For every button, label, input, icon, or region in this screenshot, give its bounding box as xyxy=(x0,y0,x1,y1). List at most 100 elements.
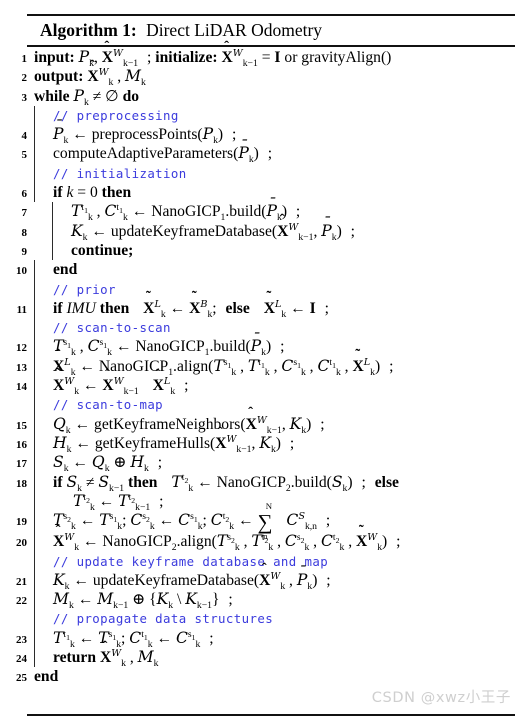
algorithm-line: 1 input: Pk, XWk−1 ; initialize: XWk−1 =… xyxy=(0,48,531,68)
line-number xyxy=(0,609,30,614)
algorithm-line: 25 end xyxy=(0,667,531,686)
line-number xyxy=(0,552,30,557)
line-content: Kk ← updateKeyframeDatabase(XWk−1, Pk) ; xyxy=(52,221,531,242)
line-content: end xyxy=(34,260,531,280)
line-number: 21 xyxy=(16,575,27,588)
algorithm-line: 19 Ts2k ← Ts1k; Cs2k ← Cs1k; Ct2k ← ∑ Nn … xyxy=(0,501,531,541)
line-number: 1 xyxy=(21,53,28,65)
line-number: 6 xyxy=(21,188,28,201)
line-content: // scan-to-scan xyxy=(34,318,531,338)
algorithm-line: 14 XWk ← XWk−1 XLk ; xyxy=(0,376,531,396)
rule-mid xyxy=(27,45,515,47)
line-number: 9 xyxy=(21,245,28,258)
algorithm-caption: Algorithm 1: Direct LiDAR Odometry xyxy=(40,19,322,41)
line-content: Ts2k ← Ts1k; Cs2k ← Cs1k; Ct2k ← ∑ Nn CSk… xyxy=(34,501,531,541)
line-content: continue; xyxy=(52,240,531,261)
line-number xyxy=(0,318,30,323)
algorithm-line: 4 Pk ← preprocessPoints(Pk) ; xyxy=(0,125,531,146)
line-content: Tt2k ← Tt2k−1 ; xyxy=(34,491,531,512)
line-content: Pk ← preprocessPoints(Pk) ; xyxy=(34,125,531,146)
algorithm-line: 8 Kk ← updateKeyframeDatabase(XWk−1, Pk)… xyxy=(0,221,531,242)
algorithm-block: Algorithm 1: Direct LiDAR Odometry 1 inp… xyxy=(0,0,531,722)
line-content: if IMU then XLk ← XBk; else XLk ← I ; xyxy=(34,298,531,319)
algorithm-line: 6 if k = 0 then xyxy=(0,183,531,203)
algorithm-line: 22 Mk ← Mk−1 ⊕ {Kk \ Kk−1} ; xyxy=(0,590,531,611)
line-number: 16 xyxy=(16,438,27,451)
line-number: 7 xyxy=(21,207,28,220)
algorithm-label: Algorithm 1: xyxy=(40,20,137,40)
algorithm-line: 10 end xyxy=(0,260,531,280)
line-number: 13 xyxy=(16,361,27,374)
algorithm-title: Direct LiDAR Odometry xyxy=(146,20,323,40)
algorithm-line: 11 if IMU then XLk ← XBk; else XLk ← I ; xyxy=(0,298,531,319)
line-number: 14 xyxy=(16,381,27,394)
algorithm-comment-line: // initialization xyxy=(0,163,531,184)
line-number: 22 xyxy=(16,595,27,608)
comment-preprocessing: // preprocessing xyxy=(53,107,179,123)
line-content: Ts1k , Cs1k ← NanoGICP1.build(Pk) ; xyxy=(34,337,531,358)
comment-initialization: // initialization xyxy=(53,165,187,181)
algorithm-comment-line: // preprocessing xyxy=(0,105,531,126)
line-number xyxy=(0,280,30,285)
algorithm-line: 13 XLk ← NanoGICP1.align(Ts1k , Tt1k , C… xyxy=(0,356,531,377)
line-content: // prior xyxy=(34,279,531,299)
line-number: 20 xyxy=(16,537,27,550)
line-number: 4 xyxy=(21,130,28,143)
algorithm-comment-line: // scan-to-map xyxy=(0,395,531,415)
line-content: // scan-to-map xyxy=(34,395,531,415)
line-content: computeAdaptiveParameters(Pk) ; xyxy=(34,144,531,165)
line-number: 8 xyxy=(21,226,28,239)
comment-scan-to-scan: // scan-to-scan xyxy=(53,320,171,336)
algorithm-line: 3 while Pk ≠ ∅ do xyxy=(0,86,531,108)
algorithm-line: 17 Sk ← Qk ⊕ Hk ; xyxy=(0,453,531,474)
line-content: Tt1k ← Ts1k; Ct1k ← Cs1k ; xyxy=(34,628,531,649)
line-content: Qk ← getKeyframeNeighbors(XWk−1, Kk) ; xyxy=(34,414,531,435)
line-content: // initialization xyxy=(34,163,531,184)
comment-update-keyframe-database: // update keyframe database and map xyxy=(53,553,329,569)
line-number: 10 xyxy=(16,265,27,278)
algorithm-line: 12 Ts1k , Cs1k ← NanoGICP1.build(Pk) ; xyxy=(0,337,531,358)
line-number: 11 xyxy=(16,303,27,316)
line-number: 17 xyxy=(16,458,27,471)
line-number: 25 xyxy=(16,672,27,685)
line-content: output: XWk , Mk xyxy=(30,67,531,87)
algorithm-line: 2 output: XWk , Mk xyxy=(0,67,531,87)
line-content: Sk ← Qk ⊕ Hk ; xyxy=(34,453,531,474)
algorithm-comment-line: // scan-to-scan xyxy=(0,318,531,338)
line-content: Mk ← Mk−1 ⊕ {Kk \ Kk−1} ; xyxy=(34,590,531,611)
comment-scan-to-map: // scan-to-map xyxy=(53,397,164,413)
line-number: 2 xyxy=(21,72,28,85)
line-content: Kk ← updateKeyframeDatabase(XWk , Pk) ; xyxy=(34,570,531,591)
line-number: 3 xyxy=(21,91,28,104)
algorithm-line: 15 Qk ← getKeyframeNeighbors(XWk−1, Kk) … xyxy=(0,414,531,435)
algorithm-comment-line: // prior xyxy=(0,279,531,299)
line-number xyxy=(0,492,30,497)
line-content: while Pk ≠ ∅ do xyxy=(34,86,140,108)
line-number: 5 xyxy=(21,149,28,162)
line-number xyxy=(0,106,30,111)
line-number: 15 xyxy=(16,419,27,432)
line-content: if Sk ≠ Sk−1 then Tt2k ← NanoGICP2.build… xyxy=(34,472,531,493)
algorithm-line: 23 Tt1k ← Ts1k; Ct1k ← Cs1k ; xyxy=(0,628,531,649)
line-content: // preprocessing xyxy=(34,105,531,126)
line-number: 12 xyxy=(16,342,27,355)
line-content: // propagate data structures xyxy=(34,609,531,629)
line-content: XWk ← NanoGICP2.align(Ts2k , Tt2k , Cs2k… xyxy=(34,532,531,553)
algorithm-line: 7 Tt1k , Ct1k ← NanoGICP1.build(Pk) ; xyxy=(0,202,531,223)
algorithm-line: 21 Kk ← updateKeyframeDatabase(XWk , Pk)… xyxy=(0,570,531,591)
line-number xyxy=(0,395,30,400)
comment-prior: // prior xyxy=(53,281,116,297)
algorithm-line: 9 continue; xyxy=(0,240,531,261)
line-content: end xyxy=(34,668,59,686)
line-content: input: Pk, XWk−1 ; initialize: XWk−1 = I… xyxy=(30,48,531,68)
algorithm-comment-line: // propagate data structures xyxy=(0,609,531,629)
comment-propagate-data-structures: // propagate data structures xyxy=(53,611,274,627)
algorithm-body: 1 input: Pk, XWk−1 ; initialize: XWk−1 =… xyxy=(0,48,531,687)
line-content: Tt1k , Ct1k ← NanoGICP1.build(Pk) ; xyxy=(52,202,531,223)
line-number: 18 xyxy=(16,477,27,490)
algorithm-line: 5 computeAdaptiveParameters(Pk) ; xyxy=(0,144,531,165)
algorithm-line: 16 Hk ← getKeyframeHulls(XWk−1, Kk) ; xyxy=(0,433,531,454)
algorithm-line: 18 if Sk ≠ Sk−1 then Tt2k ← NanoGICP2.bu… xyxy=(0,472,531,493)
line-number: 19 xyxy=(16,516,27,529)
line-content: Hk ← getKeyframeHulls(XWk−1, Kk) ; xyxy=(34,433,531,454)
